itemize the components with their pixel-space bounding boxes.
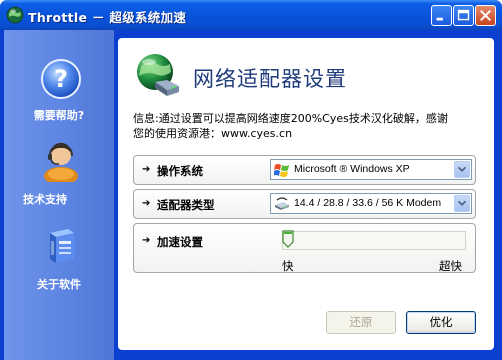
close-button[interactable] bbox=[475, 5, 496, 26]
svg-text:?: ? bbox=[54, 65, 68, 93]
page-title: 网络适配器设置 bbox=[193, 67, 347, 91]
info-line: 信息:通过设置可以提高网络速度200%Cyes技术汉化破解，感谢 bbox=[133, 112, 448, 125]
arrow-right-icon: ➔ bbox=[142, 164, 151, 175]
sidebar-item-support[interactable]: 技术支持 bbox=[4, 138, 114, 208]
sidebar-item-help[interactable]: ? 需要帮助? bbox=[4, 58, 114, 124]
os-select[interactable]: Microsoft ® Windows XP bbox=[270, 159, 472, 180]
speed-slider-thumb[interactable] bbox=[282, 230, 294, 248]
speed-max-label: 超快 bbox=[439, 259, 462, 273]
close-icon bbox=[480, 10, 491, 21]
help-icon: ? bbox=[41, 59, 81, 99]
adapter-select[interactable]: 14.4 / 28.8 / 33.6 / 56 K Modem bbox=[270, 193, 472, 214]
sidebar-item-label: 需要帮助? bbox=[33, 109, 85, 122]
restore-button[interactable]: 还原 bbox=[326, 311, 396, 334]
speed-min-label: 快 bbox=[282, 259, 294, 273]
arrow-right-icon: ➔ bbox=[142, 198, 151, 209]
app-window: Throttle － 超级系统加速 ? 需要帮助? 技术支持 关于软件 网络适配… bbox=[0, 0, 502, 360]
network-globe-icon bbox=[137, 54, 179, 96]
title-bar[interactable]: Throttle － 超级系统加速 bbox=[0, 0, 502, 30]
os-label: 操作系统 bbox=[157, 164, 203, 178]
info-line: 您的使用资源港：www.cyes.cn bbox=[133, 127, 293, 140]
sidebar: ? 需要帮助? 技术支持 关于软件 bbox=[4, 30, 114, 360]
maximize-button[interactable] bbox=[453, 5, 474, 26]
arrow-right-icon: ➔ bbox=[142, 235, 151, 246]
sidebar-item-label: 关于软件 bbox=[37, 278, 81, 291]
speed-slider-track[interactable] bbox=[282, 231, 466, 250]
os-dropdown-button[interactable] bbox=[454, 161, 470, 178]
about-box-icon bbox=[50, 229, 74, 263]
sidebar-item-about[interactable]: 关于软件 bbox=[4, 223, 114, 293]
adapter-dropdown-button[interactable] bbox=[454, 195, 470, 212]
minimize-button[interactable] bbox=[431, 5, 452, 26]
modem-icon bbox=[275, 197, 289, 210]
maximize-icon bbox=[457, 9, 470, 21]
adapter-row: ➔ 适配器类型 14.4 / 28.8 / 33.6 / 56 K Modem bbox=[133, 189, 476, 219]
speed-row: ➔ 加速设置 快 超快 bbox=[133, 223, 476, 273]
sidebar-item-label: 技术支持 bbox=[23, 193, 67, 206]
adapter-label: 适配器类型 bbox=[157, 198, 215, 212]
main-panel: 网络适配器设置 信息:通过设置可以提高网络速度200%Cyes技术汉化破解，感谢… bbox=[118, 38, 494, 350]
chevron-down-icon bbox=[457, 166, 467, 173]
windows-logo-icon bbox=[274, 164, 289, 177]
adapter-select-value: 14.4 / 28.8 / 33.6 / 56 K Modem bbox=[294, 197, 442, 209]
optimize-button[interactable]: 优化 bbox=[406, 311, 476, 334]
minimize-icon bbox=[436, 17, 443, 21]
os-select-value: Microsoft ® Windows XP bbox=[294, 163, 410, 175]
chevron-down-icon bbox=[457, 200, 467, 207]
os-row: ➔ 操作系统 Microsoft ® Windows XP bbox=[133, 155, 476, 185]
support-person-icon bbox=[44, 143, 78, 182]
window-title: Throttle － 超级系统加速 bbox=[28, 10, 187, 25]
info-text: 信息:通过设置可以提高网络速度200%Cyes技术汉化破解，感谢 您的使用资源港… bbox=[133, 111, 483, 141]
speed-label: 加速设置 bbox=[157, 235, 203, 249]
app-globe-icon bbox=[6, 6, 24, 24]
